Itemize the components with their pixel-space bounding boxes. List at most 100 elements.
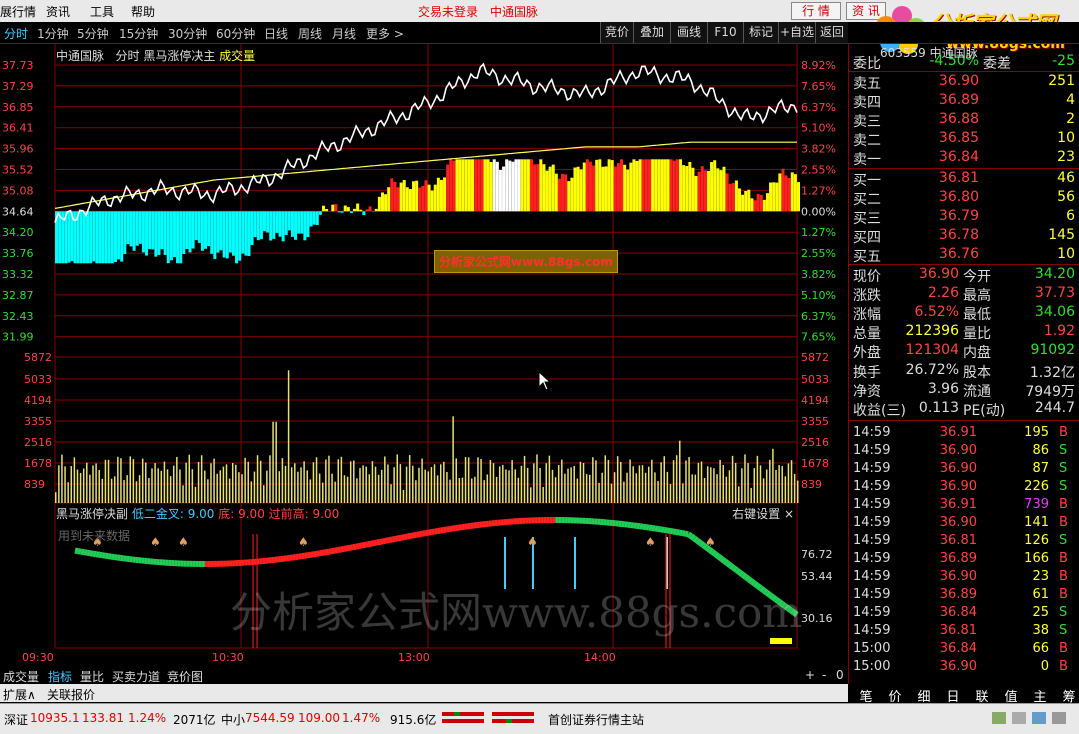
back-button[interactable]: 返回 (815, 22, 848, 43)
menu-item-tools[interactable]: 工具 (90, 3, 114, 20)
menu-item-help[interactable]: 帮助 (131, 3, 155, 20)
volume-bar (669, 484, 672, 503)
quote-nav-tab[interactable]: 联 (968, 686, 996, 705)
quote-code-fragment: 603559 中通国脉 (880, 46, 978, 60)
volume-bar (399, 464, 402, 503)
stat-value: 34.20 (1034, 266, 1075, 282)
formula-column (530, 159, 534, 212)
tick-price: 36.90 (939, 515, 977, 530)
formula-column (554, 173, 558, 212)
formula-column (691, 167, 695, 212)
quote-button[interactable]: 行 情 (791, 2, 841, 20)
menu-item-quotes[interactable]: 展行情 (0, 3, 36, 20)
formula-column (408, 189, 412, 212)
draw-line-button[interactable]: 画线 (670, 22, 707, 43)
sub-ribbon-segment (379, 538, 384, 545)
close-icon[interactable]: × (784, 507, 794, 521)
volume-bar (520, 465, 523, 503)
tab-indicator[interactable]: 指标 (48, 668, 72, 685)
sub-settings-label[interactable]: 右键设置 (732, 507, 780, 521)
tab-volume-ratio[interactable]: 量比 (80, 668, 104, 685)
tab-volume[interactable]: 成交量 (3, 668, 39, 685)
sub-ribbon-segment (412, 531, 417, 539)
volume-bar (123, 480, 125, 503)
volume-bar (452, 416, 454, 503)
volume-bar (750, 487, 752, 503)
tick-time: 15:00 (853, 659, 891, 674)
zoom-in-button[interactable]: + (805, 668, 815, 682)
zoom-out-button[interactable]: - (822, 668, 826, 682)
chart-area[interactable]: ♠ ♠ ♠ ♠ ♠ ♠ ♠ 37.73 8.92% 37.29 7.65% 36.85 6.37% 36… (0, 44, 848, 666)
period-15min[interactable]: 15分钟 (119, 25, 158, 42)
volume-bar (557, 465, 560, 503)
tab-buy-sell-force[interactable]: 买卖力道 (112, 668, 160, 685)
volume-bar (396, 454, 399, 503)
period-daily[interactable]: 日线 (264, 25, 288, 42)
quote-nav-tab[interactable]: 筹 (1055, 686, 1079, 705)
signal-marker-icon: ♠ (705, 535, 716, 549)
period-5min[interactable]: 5分钟 (77, 25, 109, 42)
bid-volume: 56 (1057, 189, 1075, 205)
volume-bar (787, 463, 790, 503)
auction-button[interactable]: 竞价 (600, 22, 633, 43)
weicha-value: -25 (1052, 53, 1075, 69)
trade-status[interactable]: 交易未登录 (418, 3, 478, 20)
zoom-reset-button[interactable]: 0 (836, 668, 844, 682)
period-60min[interactable]: 60分钟 (216, 25, 255, 42)
sub-ribbon-segment (686, 531, 693, 539)
period-more[interactable]: 更多 > (366, 25, 404, 42)
period-monthly[interactable]: 月线 (332, 25, 356, 42)
volume-bar (377, 474, 380, 503)
period-weekly[interactable]: 周线 (298, 25, 322, 42)
overlay-button[interactable]: 叠加 (633, 22, 670, 43)
tick-side: S (1059, 461, 1068, 476)
f10-button[interactable]: F10 (707, 22, 743, 43)
intraday-chart-svg[interactable]: ♠ ♠ ♠ ♠ ♠ ♠ ♠ 37.73 8.92%37.29 7.65%36.85 6.37%36… (0, 44, 848, 666)
tick-row: 14:59 36.91 739 B (849, 496, 1079, 515)
formula-column (498, 170, 502, 212)
period-1min[interactable]: 1分钟 (37, 25, 69, 42)
bid-volume: 10 (1057, 246, 1075, 262)
volume-bar (101, 478, 104, 503)
formula-column (706, 170, 710, 212)
formula-column (396, 187, 400, 212)
tick-time: 14:59 (853, 461, 891, 476)
price-tick-label: 33.32 (2, 268, 34, 281)
volume-bar (275, 421, 277, 503)
tick-price: 36.81 (939, 533, 977, 548)
quote-nav-tab[interactable]: 日 (939, 686, 967, 705)
quote-nav-tab[interactable]: 值 (997, 686, 1025, 705)
sub-ribbon-segment (77, 548, 82, 555)
volume-bar (303, 461, 305, 503)
quote-nav-tab[interactable]: 主 (1026, 686, 1054, 705)
period-intraday[interactable]: 分时 (4, 25, 28, 42)
tick-volume: 87 (1032, 461, 1049, 476)
volume-bar (163, 461, 166, 503)
tick-side: S (1059, 533, 1068, 548)
quote-nav-tab[interactable]: 细 (910, 686, 938, 705)
quote-nav-tab[interactable]: 笔 (852, 686, 880, 705)
formula-column (213, 211, 217, 259)
formula-column (663, 159, 667, 212)
formula-column (769, 182, 773, 212)
formula-column (620, 159, 624, 212)
tab-auction-chart[interactable]: 竞价图 (167, 668, 203, 685)
bid-price: 36.76 (938, 246, 979, 262)
related-quotes-tab[interactable]: 关联报价 (47, 686, 95, 703)
volume-bar (511, 460, 513, 503)
formula-column (402, 180, 406, 212)
period-30min[interactable]: 30分钟 (168, 25, 207, 42)
volume-bar (225, 464, 228, 503)
sub-ribbon-segment (437, 527, 442, 534)
chart-stock-name: 中通国脉 (56, 49, 105, 63)
add-watchlist-button[interactable]: +自选 (778, 22, 815, 43)
expand-tab[interactable]: 扩展∧ (3, 686, 36, 703)
formula-column (579, 169, 583, 212)
formula-column (461, 159, 465, 212)
sub-settings[interactable]: 右键设置 × (732, 505, 794, 522)
menu-item-news[interactable]: 资讯 (46, 3, 70, 20)
quote-nav-tab[interactable]: 价 (881, 686, 909, 705)
mark-button[interactable]: 标记 (743, 22, 778, 43)
sub-ribbon-segment (343, 545, 348, 552)
formula-column (635, 160, 639, 212)
